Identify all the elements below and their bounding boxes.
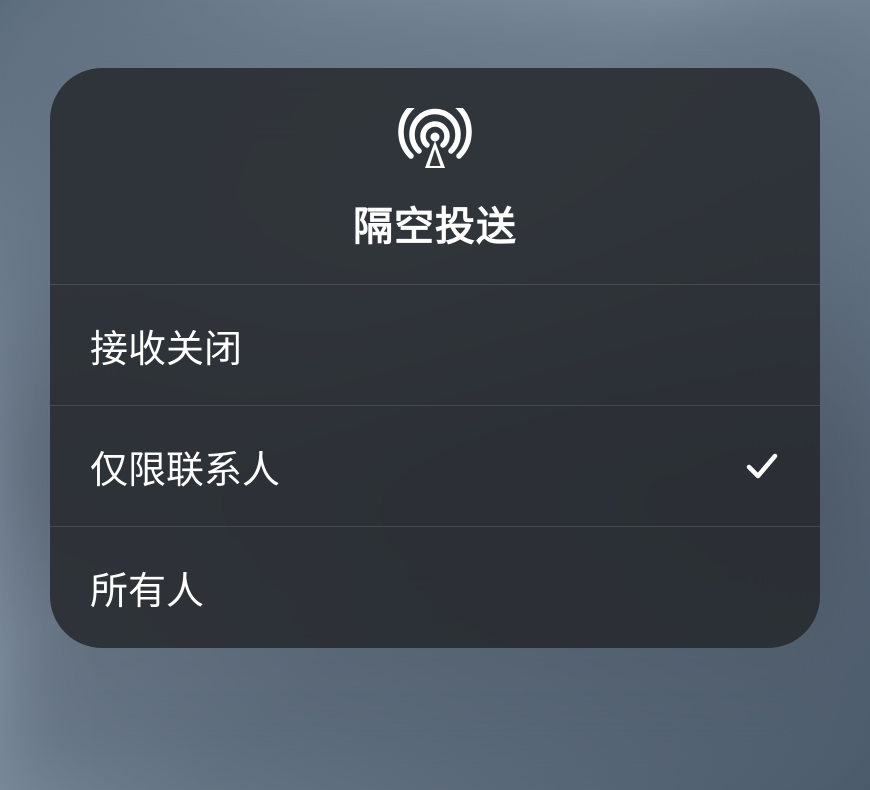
option-contacts-only[interactable]: 仅限联系人 [50, 406, 820, 527]
option-label: 接收关闭 [90, 318, 242, 373]
option-label: 仅限联系人 [90, 439, 280, 494]
checkmark-icon [744, 448, 780, 484]
option-everyone[interactable]: 所有人 [50, 527, 820, 648]
airdrop-icon [395, 108, 475, 170]
airdrop-settings-panel: 隔空投送 接收关闭 仅限联系人 所有人 [50, 68, 820, 648]
panel-title: 隔空投送 [353, 194, 517, 252]
options-list: 接收关闭 仅限联系人 所有人 [50, 285, 820, 648]
option-label: 所有人 [90, 560, 204, 615]
panel-header: 隔空投送 [50, 68, 820, 285]
option-receiving-off[interactable]: 接收关闭 [50, 285, 820, 406]
